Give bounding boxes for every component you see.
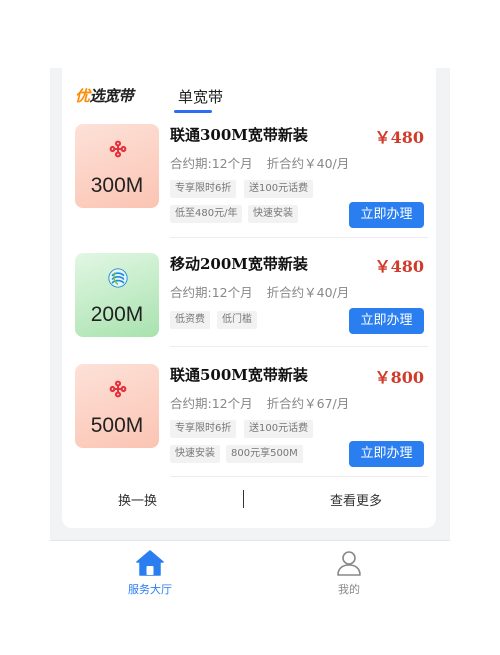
- brand-title: 优选宽带: [75, 87, 134, 105]
- product-price: ￥480: [374, 257, 424, 276]
- china-unicom-logo-icon: [109, 140, 127, 158]
- divider: [170, 476, 428, 477]
- tag: 低资费: [170, 311, 210, 329]
- tab-single-broadband[interactable]: 单宽带: [178, 86, 223, 107]
- contract-terms: 合约期:12个月 折合约￥40/月: [170, 285, 350, 300]
- nav-mine[interactable]: 我的: [309, 548, 389, 597]
- apply-button[interactable]: 立即办理: [349, 202, 424, 228]
- divider: [170, 346, 428, 347]
- tab-active-indicator: [174, 110, 212, 113]
- speed-label: 300M: [90, 174, 144, 197]
- product-thumbnail[interactable]: 200M: [75, 253, 159, 337]
- broadband-card: 优选宽带 单宽带 300M 联通300M宽带新装 ￥480 合约期:12个月 折合…: [62, 68, 436, 528]
- apply-button[interactable]: 立即办理: [349, 308, 424, 334]
- speed-label: 200M: [90, 303, 144, 326]
- nav-service-hall[interactable]: 服务大厅: [110, 548, 190, 597]
- china-mobile-logo-icon: [108, 268, 128, 288]
- refresh-link[interactable]: 换一换: [118, 490, 157, 509]
- tag: 低门槛: [217, 311, 257, 329]
- nav-label: 服务大厅: [128, 583, 172, 596]
- product-title: 联通500M宽带新装: [170, 366, 308, 384]
- contract-terms: 合约期:12个月 折合约￥67/月: [170, 396, 350, 411]
- tag: 专享限时6折: [170, 180, 237, 198]
- home-icon: [136, 550, 164, 576]
- tag: 低至480元/年: [170, 205, 243, 223]
- product-title: 联通300M宽带新装: [170, 126, 308, 144]
- footer-divider: [243, 490, 244, 508]
- tag: 800元享500M: [226, 445, 303, 463]
- nav-label: 我的: [338, 583, 360, 596]
- tag: 专享限时6折: [170, 420, 237, 438]
- speed-label: 500M: [90, 414, 144, 437]
- product-thumbnail[interactable]: 300M: [75, 124, 159, 208]
- tag: 送100元话费: [244, 420, 314, 438]
- product-price: ￥480: [374, 128, 424, 147]
- tag: 快速安装: [248, 205, 298, 223]
- screen: 优选宽带 单宽带 300M 联通300M宽带新装 ￥480 合约期:12个月 折合…: [0, 0, 500, 655]
- china-unicom-logo-icon: [109, 380, 127, 398]
- product-thumbnail[interactable]: 500M: [75, 364, 159, 448]
- tag: 快速安装: [170, 445, 220, 463]
- product-price: ￥800: [374, 368, 424, 387]
- tabbar-divider: [50, 540, 450, 541]
- user-icon: [337, 551, 361, 576]
- apply-button[interactable]: 立即办理: [349, 441, 424, 467]
- divider: [170, 237, 428, 238]
- view-more-link[interactable]: 查看更多: [330, 490, 382, 509]
- contract-terms: 合约期:12个月 折合约￥40/月: [170, 156, 350, 171]
- tag: 送100元话费: [244, 180, 314, 198]
- product-title: 移动200M宽带新装: [170, 255, 308, 273]
